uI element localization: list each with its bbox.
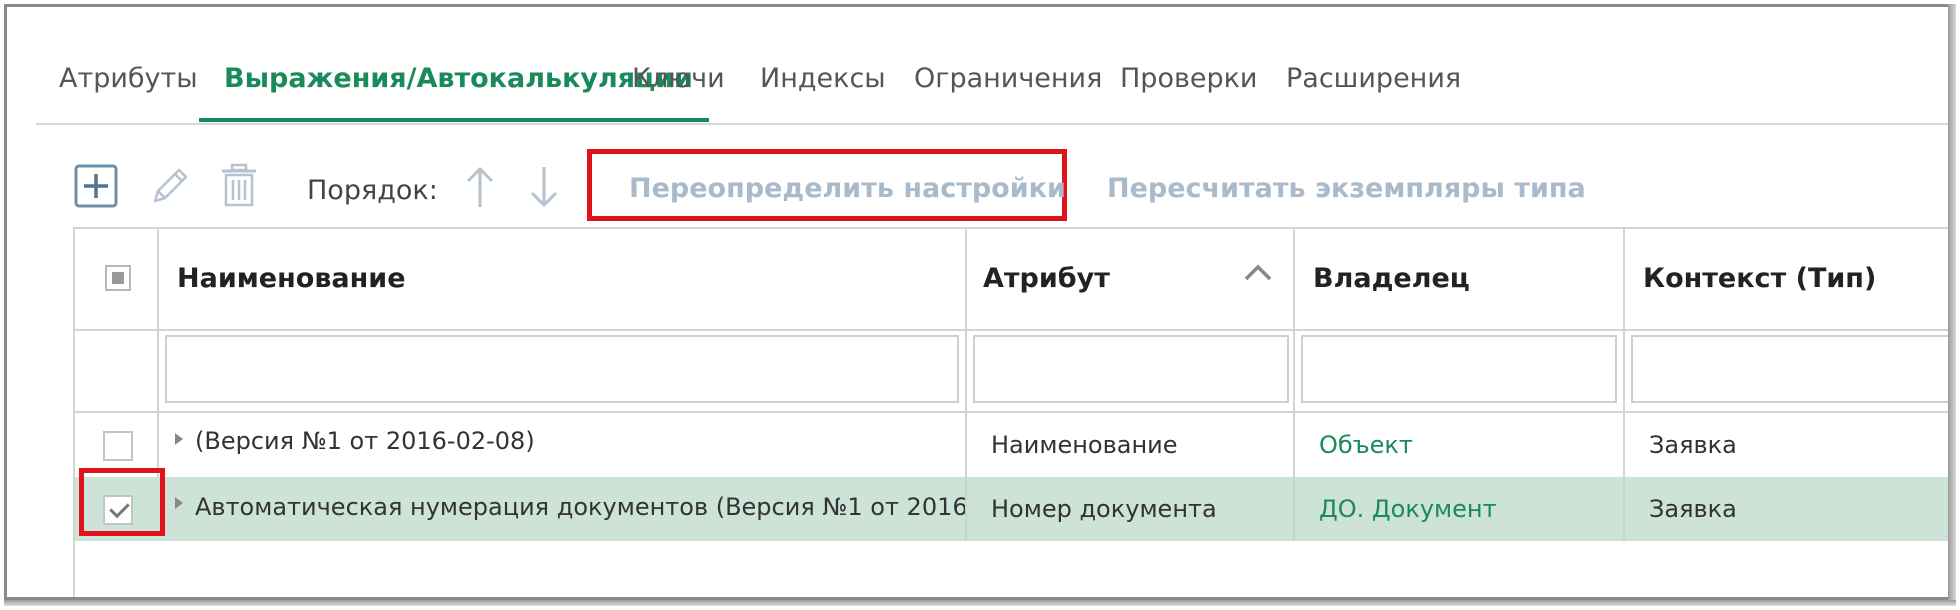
tab-constraints[interactable]: Ограничения (914, 63, 1102, 94)
trash-icon[interactable] (219, 163, 259, 209)
tab-extensions[interactable]: Расширения (1286, 63, 1461, 94)
tab-keys[interactable]: Ключи (632, 63, 725, 94)
cell-name: (Версия №1 от 2016-02-08) (195, 427, 535, 455)
cell-context: Заявка (1649, 431, 1737, 459)
cell-name: Автоматическая нумерация документов (Вер… (195, 493, 965, 521)
column-header-name[interactable]: Наименование (177, 263, 406, 294)
window-shadow-right (1948, 4, 1956, 602)
active-tab-indicator (199, 118, 709, 122)
tab-bar: Атрибуты Выражения/Автокалькуляции Ключи… (36, 43, 1950, 125)
column-header-context[interactable]: Контекст (Тип) (1643, 263, 1876, 294)
filter-context-input[interactable] (1631, 335, 1950, 403)
table-row[interactable]: (Версия №1 от 2016-02-08) Наименование О… (75, 413, 1950, 477)
arrow-down-icon[interactable] (529, 165, 559, 209)
filter-attribute-input[interactable] (973, 335, 1289, 403)
override-settings-button[interactable]: Переопределить настройки (629, 173, 1066, 204)
recalculate-instances-button[interactable]: Пересчитать экземпляры типа (1107, 173, 1586, 204)
toolbar: Порядок: Переопределить настройки Пересч… (7, 147, 1950, 227)
app-window: Атрибуты Выражения/Автокалькуляции Ключи… (4, 4, 1950, 600)
select-all-checkbox[interactable] (105, 265, 131, 291)
filter-name-input[interactable] (165, 335, 959, 403)
tab-expressions[interactable]: Выражения/Автокалькуляции (224, 63, 693, 94)
column-header-attribute[interactable]: Атрибут (983, 263, 1110, 294)
cell-context: Заявка (1649, 495, 1737, 523)
cell-attribute: Наименование (991, 431, 1178, 459)
column-header-owner[interactable]: Владелец (1313, 263, 1470, 294)
pencil-icon[interactable] (147, 163, 193, 209)
tab-indexes[interactable]: Индексы (760, 63, 886, 94)
checkbox-highlight-box (79, 468, 165, 536)
row-checkbox[interactable] (103, 431, 133, 461)
cell-owner-link[interactable]: Объект (1319, 431, 1413, 459)
sort-ascending-icon[interactable] (1243, 263, 1273, 283)
expand-icon[interactable] (175, 433, 183, 445)
filter-owner-input[interactable] (1301, 335, 1617, 403)
expand-icon[interactable] (175, 497, 183, 509)
tab-attributes[interactable]: Атрибуты (59, 63, 198, 94)
window-shadow-bottom (4, 600, 1956, 606)
table-row-selected[interactable]: Автоматическая нумерация документов (Вер… (75, 477, 1950, 541)
cell-owner-link[interactable]: ДО. Документ (1319, 495, 1497, 523)
plus-square-icon[interactable] (73, 163, 119, 209)
cell-attribute: Номер документа (991, 495, 1217, 523)
expressions-grid: Наименование Атрибут Владелец Контекст (… (73, 227, 1950, 597)
order-label: Порядок: (307, 175, 438, 206)
arrow-up-icon[interactable] (465, 165, 495, 209)
tab-checks[interactable]: Проверки (1120, 63, 1257, 94)
